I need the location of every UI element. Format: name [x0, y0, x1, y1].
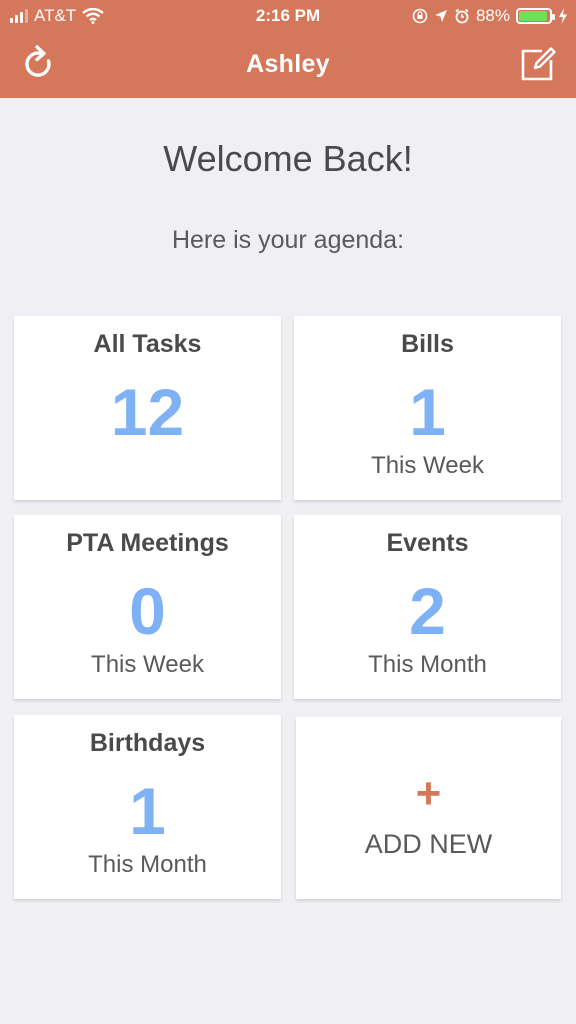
page-title: Ashley [246, 50, 330, 78]
battery-percent: 88% [475, 6, 510, 25]
card-pta-meetings[interactable]: PTA Meetings 0 This Week [14, 515, 281, 699]
welcome-heading: Welcome Back! [163, 138, 413, 179]
plus-icon: + [415, 769, 442, 818]
card-count: 1 [129, 774, 166, 848]
card-count: 12 [110, 375, 185, 449]
card-period: This Week [371, 452, 484, 479]
card-period: This Month [368, 651, 487, 678]
battery-fill [519, 11, 548, 21]
card-events[interactable]: Events 2 This Month [294, 515, 561, 699]
add-new-button[interactable]: + ADD NEW [296, 717, 561, 899]
card-title: Bills [401, 330, 454, 358]
alarm-icon [455, 8, 469, 24]
agenda-subtitle: Here is your agenda: [171, 226, 405, 254]
app-header: AT&T 2:16 PM 88% Ashley [0, 0, 576, 98]
compose-icon[interactable] [518, 44, 558, 84]
card-period: This Week [91, 651, 204, 678]
card-title: PTA Meetings [66, 529, 229, 557]
add-new-label: ADD NEW [364, 829, 493, 859]
charging-icon [559, 8, 567, 24]
card-count: 1 [409, 375, 446, 449]
orientation-lock-icon [412, 8, 428, 24]
status-right: 88% [412, 6, 568, 26]
battery-icon [516, 8, 555, 24]
card-birthdays[interactable]: Birthdays 1 This Month [14, 715, 281, 899]
card-count: 2 [409, 574, 446, 648]
location-icon [434, 10, 447, 22]
card-title: All Tasks [93, 330, 202, 358]
card-bills[interactable]: Bills 1 This Week [294, 316, 561, 500]
card-all-tasks[interactable]: All Tasks 12 [14, 316, 281, 500]
card-title: Events [386, 529, 469, 557]
card-count: 0 [129, 574, 166, 648]
card-title: Birthdays [89, 729, 206, 757]
status-bar: AT&T 2:16 PM 88% [0, 0, 576, 34]
card-period: This Month [88, 851, 207, 878]
